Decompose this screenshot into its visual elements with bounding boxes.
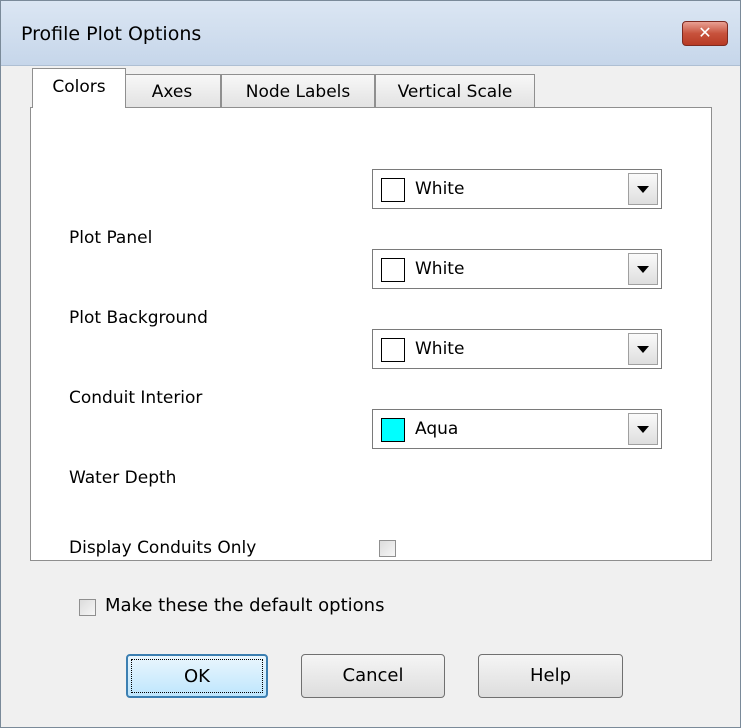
close-button[interactable]: ✕ <box>682 21 728 46</box>
tab-label: Node Labels <box>245 82 351 102</box>
tab-vertical-scale[interactable]: Vertical Scale <box>375 74 535 108</box>
selected-color: Aqua <box>415 419 459 439</box>
chevron-down-icon <box>637 426 649 433</box>
default-options-label: Make these the default options <box>105 595 385 616</box>
dropdown-button[interactable] <box>628 413 658 445</box>
plot-panel-label: Plot Panel <box>69 228 153 248</box>
dialog-title: Profile Plot Options <box>21 23 202 45</box>
dialog-client-area: Axes Node Labels Vertical Scale Colors P… <box>1 66 740 727</box>
dropdown-button[interactable] <box>628 173 658 205</box>
chevron-down-icon <box>637 346 649 353</box>
close-icon: ✕ <box>698 23 712 42</box>
tab-node-labels[interactable]: Node Labels <box>221 74 375 108</box>
dropdown-button[interactable] <box>628 253 658 285</box>
tab-colors[interactable]: Colors <box>32 68 126 108</box>
tab-label: Colors <box>52 77 106 97</box>
default-options-checkbox[interactable] <box>79 599 96 616</box>
color-swatch <box>381 178 405 202</box>
water-depth-color-select[interactable]: Aqua <box>372 409 662 449</box>
chevron-down-icon <box>637 186 649 193</box>
selected-color: White <box>415 339 465 359</box>
chevron-down-icon <box>637 266 649 273</box>
tab-label: Axes <box>151 82 193 102</box>
color-swatch <box>381 258 405 282</box>
color-swatch <box>381 418 405 442</box>
ok-button[interactable]: OK <box>126 654 268 698</box>
plot-panel-color-select[interactable]: White <box>372 169 662 209</box>
profile-plot-options-dialog: Profile Plot Options ✕ Axes Node Labels … <box>0 0 741 728</box>
colors-tab-panel: Plot Panel White Plot Background White C… <box>30 107 712 561</box>
selected-color: White <box>415 259 465 279</box>
tab-label: Vertical Scale <box>397 82 513 102</box>
conduit-interior-label: Conduit Interior <box>69 388 203 408</box>
conduit-interior-color-select[interactable]: White <box>372 329 662 369</box>
plot-background-label: Plot Background <box>69 308 208 328</box>
selected-color: White <box>415 179 465 199</box>
cancel-button[interactable]: Cancel <box>301 654 445 698</box>
help-button-label: Help <box>529 665 572 686</box>
plot-background-color-select[interactable]: White <box>372 249 662 289</box>
help-button[interactable]: Help <box>478 654 623 698</box>
display-conduits-only-label: Display Conduits Only <box>69 538 257 558</box>
display-conduits-only-checkbox[interactable] <box>379 540 396 557</box>
cancel-button-label: Cancel <box>342 665 404 686</box>
focus-rectangle <box>131 659 263 693</box>
dropdown-button[interactable] <box>628 333 658 365</box>
water-depth-label: Water Depth <box>69 468 177 488</box>
tab-axes[interactable]: Axes <box>123 74 221 108</box>
color-swatch <box>381 338 405 362</box>
title-bar[interactable]: Profile Plot Options ✕ <box>1 1 740 66</box>
